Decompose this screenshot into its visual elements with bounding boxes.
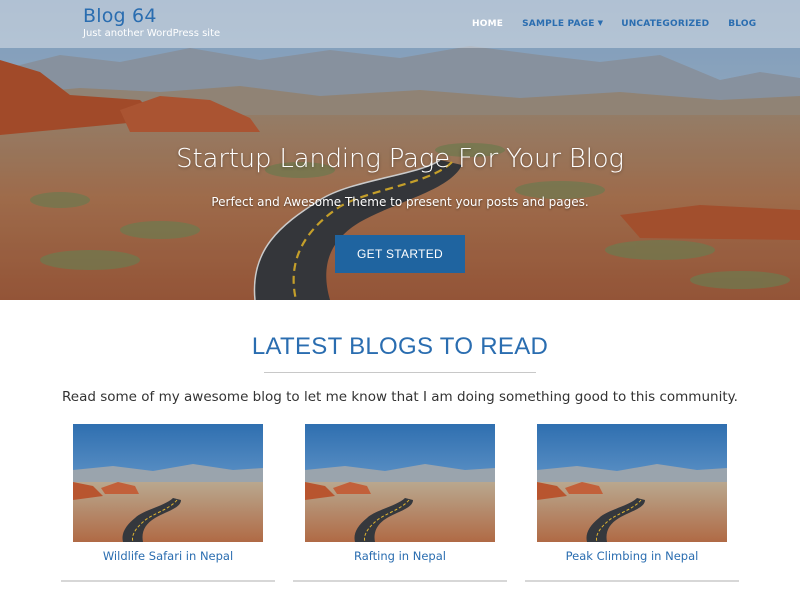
site-tagline: Just another WordPress site: [83, 28, 221, 39]
site-branding: Blog 64 Just another WordPress site: [83, 5, 220, 39]
card-divider: [525, 580, 739, 582]
nav-item-home[interactable]: HOME: [472, 19, 503, 29]
site-title-link[interactable]: Blog 64: [83, 5, 220, 27]
get-started-button[interactable]: GET STARTED: [335, 235, 465, 273]
hero-title: Startup Landing Page For Your Blog: [176, 144, 624, 174]
nav-item-sample-page-label: SAMPLE PAGE: [522, 19, 595, 29]
blog-card-image[interactable]: [537, 424, 727, 542]
blog-card[interactable]: Wildlife Safari in Nepal: [73, 424, 263, 563]
main-menu: HOME SAMPLE PAGE ▼ UNCATEGORIZED BLOG: [472, 19, 756, 29]
blog-card[interactable]: Rafting in Nepal: [305, 424, 495, 563]
nav-item-uncategorized[interactable]: UNCATEGORIZED: [621, 19, 709, 29]
heading-divider: [264, 372, 536, 373]
blog-card-title[interactable]: Peak Climbing in Nepal: [537, 549, 727, 563]
card-divider: [61, 580, 275, 582]
blog-card-title[interactable]: Wildlife Safari in Nepal: [73, 549, 263, 563]
nav-item-sample-page[interactable]: SAMPLE PAGE ▼: [522, 19, 603, 29]
hero-section: Blog 64 Just another WordPress site HOME…: [0, 0, 800, 300]
blog-card-image[interactable]: [305, 424, 495, 542]
chevron-down-icon: ▼: [597, 19, 604, 27]
top-navbar: Blog 64 Just another WordPress site HOME…: [0, 0, 800, 48]
blog-card-title[interactable]: Rafting in Nepal: [305, 549, 495, 563]
card-divider: [293, 580, 507, 582]
nav-item-blog[interactable]: BLOG: [728, 19, 756, 29]
hero-subtitle: Perfect and Awesome Theme to present you…: [211, 195, 589, 209]
latest-blogs-description: Read some of my awesome blog to let me k…: [62, 389, 738, 405]
blog-card-image[interactable]: [73, 424, 263, 542]
latest-blogs-heading: LATEST BLOGS TO READ: [251, 333, 549, 360]
blog-card[interactable]: Peak Climbing in Nepal: [537, 424, 727, 563]
